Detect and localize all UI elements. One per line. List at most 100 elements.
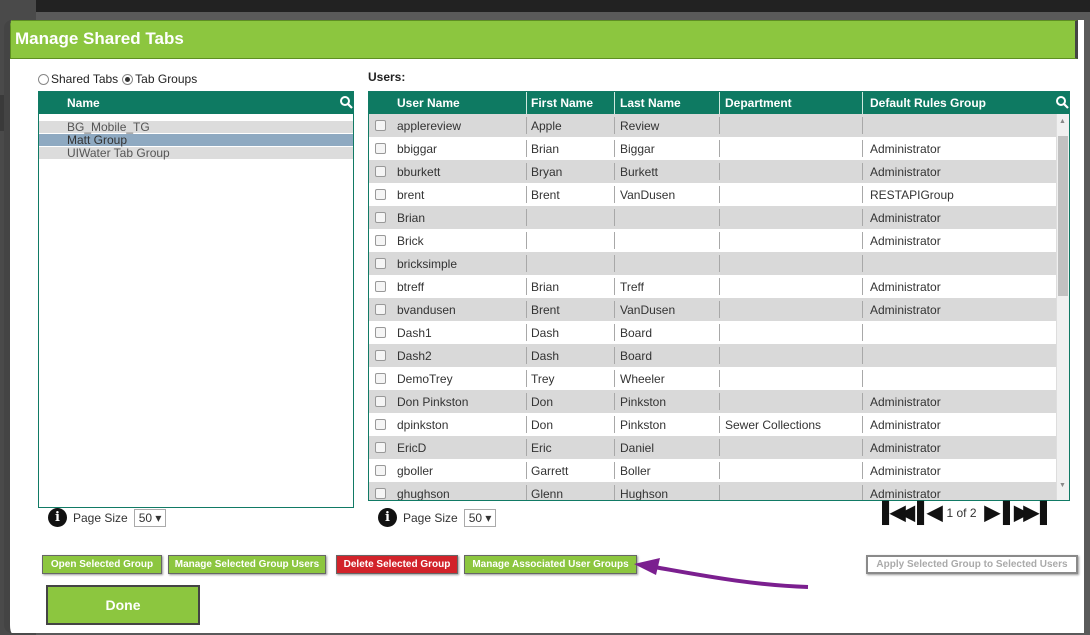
cell-separator [614, 462, 615, 479]
row-checkbox[interactable] [375, 350, 386, 361]
cell-separator [719, 485, 720, 500]
last-name-cell: Board [620, 326, 653, 340]
table-row[interactable]: bricksimple [369, 252, 1057, 275]
last-page-icon[interactable]: ▶▶▐ [1014, 500, 1047, 525]
table-row[interactable]: bburkett Bryan Burkett Administrator [369, 160, 1057, 183]
table-row[interactable]: Don Pinkston Don Pinkston Administrator [369, 390, 1057, 413]
shared-tabs-label[interactable]: Shared Tabs [51, 72, 118, 86]
table-row[interactable]: bbiggar Brian Biggar Administrator [369, 137, 1057, 160]
rules-group-cell: Administrator [870, 280, 941, 294]
tab-group-row[interactable]: UIWater Tab Group [39, 147, 353, 159]
cell-separator [719, 163, 720, 180]
row-checkbox[interactable] [375, 189, 386, 200]
name-column-header[interactable]: Name [67, 96, 100, 110]
cell-separator [719, 416, 720, 433]
next-page-icon[interactable]: ▶▐ [985, 500, 1010, 525]
tab-group-row-selected[interactable]: Matt Group [39, 134, 353, 146]
table-row[interactable]: gboller Garrett Boller Administrator [369, 459, 1057, 482]
tab-groups-label[interactable]: Tab Groups [135, 72, 197, 86]
table-row[interactable]: Brian Administrator [369, 206, 1057, 229]
user-name-cell: Dash2 [397, 349, 432, 363]
last-name-cell: Pinkston [620, 395, 667, 409]
scroll-up-arrow[interactable]: ▲ [1059, 118, 1066, 125]
cell-separator [614, 485, 615, 500]
apply-selected-group-button[interactable]: Apply Selected Group to Selected Users [866, 555, 1078, 574]
row-checkbox[interactable] [375, 327, 386, 338]
user-name-cell: ghughson [397, 487, 450, 501]
user-name-cell: Brick [397, 234, 424, 248]
row-checkbox[interactable] [375, 166, 386, 177]
column-header-department[interactable]: Department [725, 96, 792, 110]
tab-group-row[interactable]: BG_Mobile_TG [39, 121, 353, 133]
window-top-bar [0, 0, 1090, 12]
page-size-select[interactable]: 50 ▾ [463, 508, 497, 527]
table-row[interactable]: DemoTrey Trey Wheeler [369, 367, 1057, 390]
previous-page-icon[interactable]: ▌◀ [917, 500, 942, 525]
user-name-cell: EricD [397, 441, 427, 455]
table-row[interactable]: ghughson Glenn Hughson Administrator [369, 482, 1057, 501]
table-row[interactable]: dpinkston Don Pinkston Sewer Collections Adm… [369, 413, 1057, 436]
column-header-first-name[interactable]: First Name [531, 96, 593, 110]
done-button[interactable]: Done [46, 585, 200, 625]
cell-separator [862, 140, 863, 157]
cell-separator [862, 416, 863, 433]
shared-tabs-radio[interactable] [38, 73, 49, 85]
open-selected-group-button[interactable]: Open Selected Group [42, 555, 162, 574]
row-checkbox[interactable] [375, 258, 386, 269]
column-header-last-name[interactable]: Last Name [620, 96, 681, 110]
last-name-cell: Biggar [620, 142, 655, 156]
cell-separator [719, 462, 720, 479]
table-row[interactable]: Dash2 Dash Board [369, 344, 1057, 367]
column-separator [862, 92, 863, 114]
manage-selected-group-users-button[interactable]: Manage Selected Group Users [168, 555, 326, 574]
table-row[interactable]: applereview Apple Review [369, 114, 1057, 137]
row-checkbox[interactable] [375, 396, 386, 407]
info-icon[interactable]: i [378, 508, 397, 527]
row-checkbox[interactable] [375, 120, 386, 131]
search-icon[interactable] [339, 95, 353, 109]
users-label: Users: [368, 70, 406, 84]
row-checkbox[interactable] [375, 465, 386, 476]
row-checkbox[interactable] [375, 143, 386, 154]
table-row[interactable]: EricD Eric Daniel Administrator [369, 436, 1057, 459]
cell-separator [862, 439, 863, 456]
info-icon[interactable]: i [48, 508, 67, 527]
scroll-down-arrow[interactable]: ▼ [1059, 482, 1066, 489]
cell-separator [719, 209, 720, 226]
page-size-label: Page Size [403, 510, 458, 525]
page-size-select[interactable]: 50 ▾ [133, 508, 167, 527]
row-checkbox[interactable] [375, 373, 386, 384]
first-name-cell: Brent [531, 188, 560, 202]
search-icon[interactable] [1055, 95, 1069, 109]
first-name-cell: Brian [531, 280, 560, 294]
row-checkbox[interactable] [375, 419, 386, 430]
table-row[interactable]: bvandusen Brent VanDusen Administrator [369, 298, 1057, 321]
tab-groups-radio[interactable] [122, 73, 134, 85]
row-checkbox[interactable] [375, 212, 386, 223]
column-header-user-name[interactable]: User Name [397, 96, 460, 110]
row-checkbox[interactable] [375, 235, 386, 246]
scrollbar-thumb[interactable] [1058, 136, 1068, 296]
row-checkbox[interactable] [375, 281, 386, 292]
row-checkbox[interactable] [375, 304, 386, 315]
table-row[interactable]: Dash1 Dash Board [369, 321, 1057, 344]
cell-separator [614, 324, 615, 341]
cell-separator [862, 370, 863, 387]
table-row[interactable]: Brick Administrator [369, 229, 1057, 252]
cell-separator [526, 347, 527, 364]
table-row[interactable]: brent Brent VanDusen RESTAPIGroup [369, 183, 1057, 206]
user-name-cell: Dash1 [397, 326, 432, 340]
cell-separator [526, 462, 527, 479]
rules-group-cell: Administrator [870, 395, 941, 409]
dialog-titlebar: Manage Shared Tabs [10, 20, 1078, 59]
column-header-default-rules-group[interactable]: Default Rules Group [870, 96, 986, 110]
table-row[interactable]: btreff Brian Treff Administrator [369, 275, 1057, 298]
row-checkbox[interactable] [375, 442, 386, 453]
manage-associated-user-groups-button[interactable]: Manage Associated User Groups [464, 555, 637, 574]
row-checkbox[interactable] [375, 488, 386, 499]
delete-selected-group-button[interactable]: Delete Selected Group [336, 555, 458, 574]
first-page-icon[interactable]: ▌◀◀ [882, 500, 915, 525]
cell-separator [719, 140, 720, 157]
cell-separator [862, 232, 863, 249]
users-scrollbar[interactable]: ▲ ▼ [1056, 114, 1069, 500]
